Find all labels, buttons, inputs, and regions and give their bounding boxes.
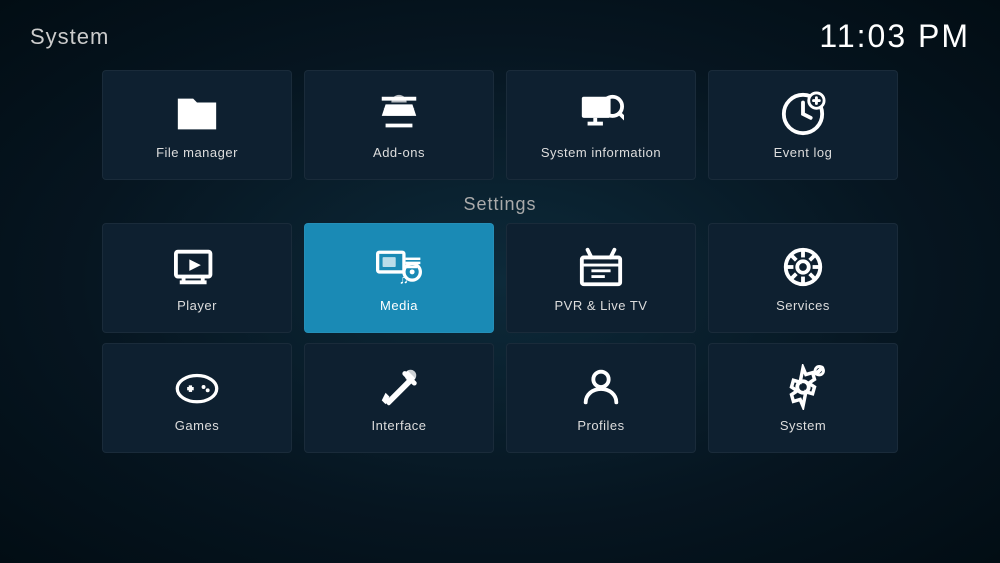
settings-label: Settings — [0, 194, 1000, 215]
top-items-row: File manager Add-ons System information — [0, 70, 1000, 180]
tile-system-settings[interactable]: System — [708, 343, 898, 453]
eventlog-icon — [780, 91, 826, 137]
tile-label-system-information: System information — [541, 145, 661, 160]
tile-label-event-log: Event log — [774, 145, 833, 160]
tile-label-system-settings: System — [780, 418, 826, 433]
services-icon — [780, 244, 826, 290]
system-settings-icon — [780, 364, 826, 410]
tile-file-manager[interactable]: File manager — [102, 70, 292, 180]
tile-games[interactable]: Games — [102, 343, 292, 453]
tile-profiles[interactable]: Profiles — [506, 343, 696, 453]
interface-icon — [376, 364, 422, 410]
profiles-icon — [578, 364, 624, 410]
svg-text:♫: ♫ — [399, 271, 409, 286]
tile-media[interactable]: ♫ Media — [304, 223, 494, 333]
tile-system-information[interactable]: System information — [506, 70, 696, 180]
tile-label-profiles: Profiles — [577, 418, 624, 433]
tile-services[interactable]: Services — [708, 223, 898, 333]
settings-row-2: Games Interface Profiles — [30, 343, 970, 453]
folder-icon — [174, 91, 220, 137]
pvr-icon — [578, 244, 624, 290]
addons-icon — [376, 91, 422, 137]
tile-pvr-live-tv[interactable]: PVR & Live TV — [506, 223, 696, 333]
tile-label-file-manager: File manager — [156, 145, 238, 160]
tile-event-log[interactable]: Event log — [708, 70, 898, 180]
tile-interface[interactable]: Interface — [304, 343, 494, 453]
player-icon — [174, 244, 220, 290]
tile-label-player: Player — [177, 298, 217, 313]
clock: 11:03 PM — [819, 18, 970, 55]
app-title: System — [30, 24, 109, 50]
media-icon: ♫ — [376, 244, 422, 290]
tile-player[interactable]: Player — [102, 223, 292, 333]
tile-add-ons[interactable]: Add-ons — [304, 70, 494, 180]
settings-row-1: Player ♫ Media — [30, 223, 970, 333]
tile-label-games: Games — [175, 418, 219, 433]
sysinfo-icon — [578, 91, 624, 137]
tile-label-services: Services — [776, 298, 830, 313]
tile-label-pvr-live-tv: PVR & Live TV — [555, 298, 648, 313]
tile-label-interface: Interface — [371, 418, 426, 433]
settings-rows: Player ♫ Media — [0, 223, 1000, 453]
tile-label-media: Media — [380, 298, 418, 313]
games-icon — [174, 364, 220, 410]
tile-label-add-ons: Add-ons — [373, 145, 425, 160]
